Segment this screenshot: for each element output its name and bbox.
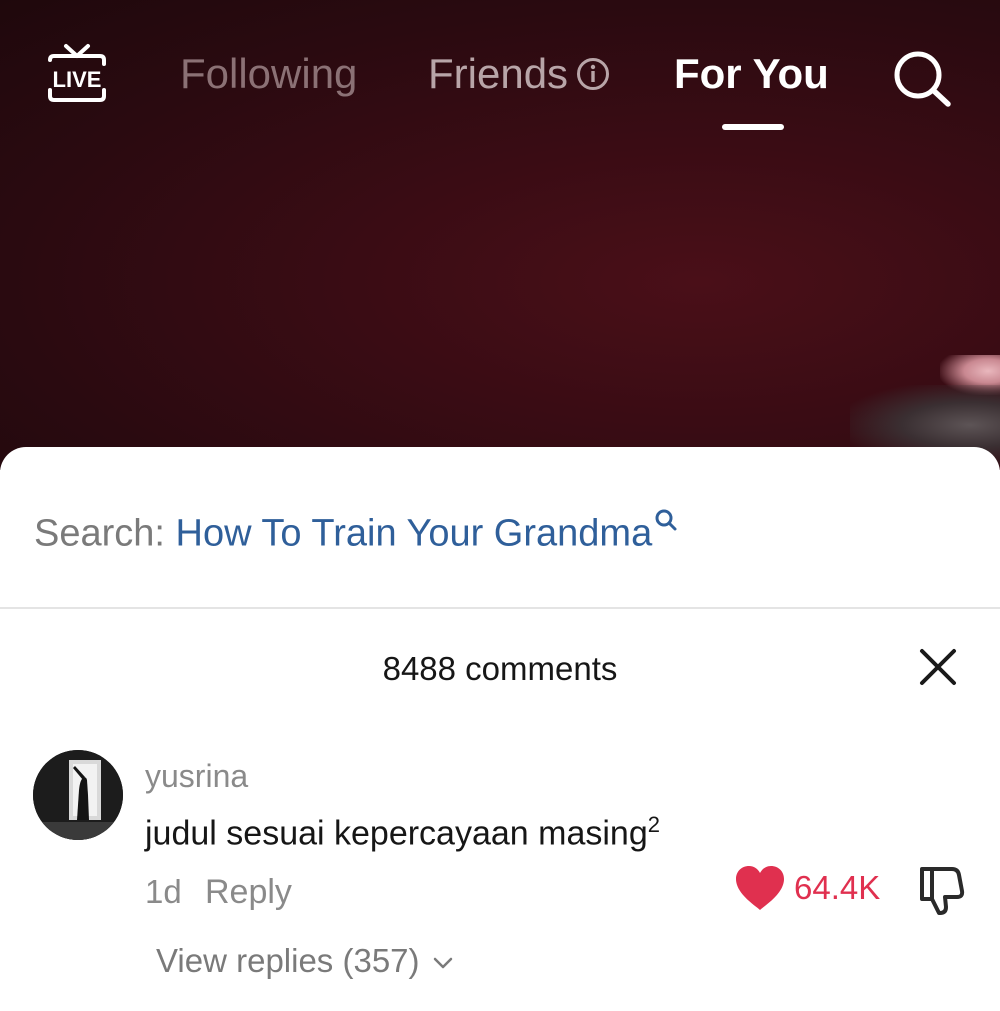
- divider: [0, 607, 1000, 609]
- reply-button[interactable]: Reply: [205, 873, 292, 912]
- search-icon[interactable]: [890, 48, 954, 108]
- comment-username[interactable]: yusrina: [145, 758, 248, 795]
- heart-icon: [736, 866, 784, 910]
- tab-friends-label: Friends: [428, 50, 569, 97]
- close-icon[interactable]: [918, 647, 958, 687]
- active-tab-indicator: [722, 124, 784, 130]
- avatar[interactable]: [33, 750, 123, 840]
- comment-superscript: 2: [647, 812, 660, 837]
- search-prefix: Search:: [34, 512, 176, 555]
- tab-for-you-label: For You: [674, 50, 829, 97]
- comment-time: 1d: [145, 873, 182, 910]
- chevron-down-icon: [433, 957, 452, 969]
- tab-for-you[interactable]: For You: [674, 50, 829, 98]
- comments-count: 8488 comments: [382, 650, 618, 687]
- tab-following-label: Following: [180, 50, 358, 97]
- comment-text: judul sesuai kepercayaan masing2: [145, 812, 660, 853]
- avatar-image: [33, 750, 123, 840]
- comment-body: judul sesuai kepercayaan masing: [145, 814, 648, 853]
- info-icon: [577, 58, 610, 90]
- tab-friends[interactable]: Friends: [428, 50, 610, 98]
- top-navigation: LIVE Following Friends For You: [0, 0, 1000, 140]
- like-button[interactable]: 64.4K: [734, 864, 880, 912]
- live-tv-icon[interactable]: LIVE: [44, 40, 110, 108]
- dislike-icon[interactable]: [912, 863, 966, 917]
- search-suggestion[interactable]: Search: How To Train Your Grandma: [34, 508, 678, 556]
- view-replies-button[interactable]: View replies (357): [156, 942, 454, 980]
- view-replies-label: View replies (357): [156, 942, 420, 979]
- search-small-icon: [655, 509, 677, 531]
- search-term-link[interactable]: How To Train Your Grandma: [176, 513, 653, 555]
- tab-following[interactable]: Following: [180, 50, 357, 98]
- live-label: LIVE: [53, 67, 102, 92]
- like-count: 64.4K: [794, 869, 881, 906]
